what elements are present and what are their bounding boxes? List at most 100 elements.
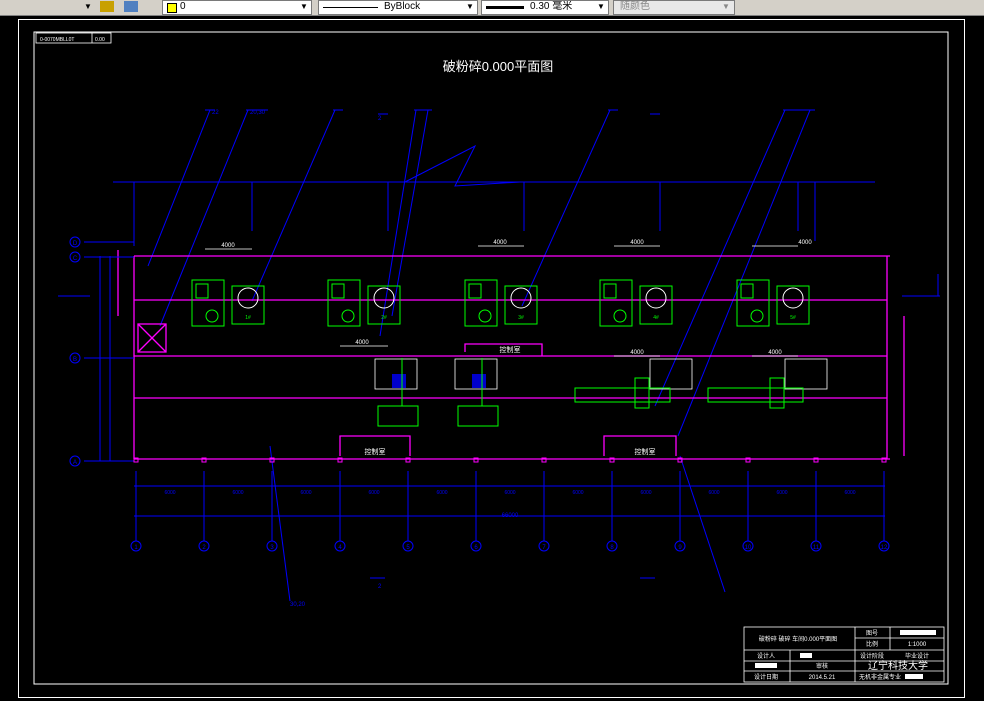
- bay-dimension-label: 6000: [640, 490, 651, 496]
- crusher-label: 3#: [518, 315, 524, 321]
- bay-dimension-label: 6000: [232, 490, 243, 496]
- column-axes: 1 2 3 4 5 6 7 8 9 10 11 12: [130, 457, 890, 552]
- stage-label: 设计阶段: [860, 652, 884, 660]
- linetype-value: ByBlock: [384, 1, 421, 12]
- section-mark-bottom: 2: [378, 584, 382, 590]
- row-axis-label: C: [73, 256, 78, 262]
- designer-label: 设计人: [757, 652, 775, 660]
- layer-select[interactable]: 0: [162, 0, 312, 15]
- dropdown-arrow-icon[interactable]: ▼: [82, 0, 94, 13]
- plotstyle-select[interactable]: 随颜色: [613, 0, 735, 15]
- control-room-label: 控制室: [635, 447, 656, 456]
- bay-dimension-label: 6000: [708, 490, 719, 496]
- bay-dimension-label: 6000: [572, 490, 583, 496]
- building-walls: [117, 250, 905, 460]
- bay-dimension-label: 6000: [504, 490, 515, 496]
- lineweight-select[interactable]: 0.30 毫米: [481, 0, 609, 15]
- properties-toolbar: ▼ 0 ▼ ByBlock ▼ 0.30 毫米 ▼ 随颜色 ▼: [0, 0, 984, 16]
- crusher-label: 2#: [381, 315, 387, 321]
- column-axis-label: 6: [474, 545, 478, 551]
- bay-dimension-label: 6000: [368, 490, 379, 496]
- bay-dimension-label: 6000: [776, 490, 787, 496]
- column-axis-label: 4: [338, 545, 342, 551]
- column-axis-label: 3: [270, 545, 274, 551]
- drawing-no-field: [900, 630, 936, 635]
- chevron-down-icon[interactable]: ▼: [720, 0, 732, 13]
- title-block-name: 破粉碎 破碎 车间0.000平面图: [759, 635, 837, 643]
- dimension-label: 4000: [630, 240, 644, 246]
- drawing-canvas[interactable]: 0-0070MBLL0T 0.00 破粉碎0.000平面图 22 20,30 2…: [0, 16, 984, 701]
- crusher-rotor: [750, 309, 764, 323]
- crusher-detail: [468, 283, 482, 299]
- date-value: 2014.5.21: [809, 675, 836, 681]
- frame-tag-right: 0.00: [95, 37, 105, 43]
- major-field: [905, 674, 923, 679]
- dimension-label: 4000: [493, 240, 507, 246]
- leader-label: 22: [212, 110, 219, 116]
- crusher-rotor: [205, 309, 219, 323]
- crusher-rotor: [613, 309, 627, 323]
- crusher-wheel: [510, 287, 532, 309]
- crusher-detail: [195, 283, 209, 299]
- row-axis-markers: [69, 236, 81, 467]
- dimension-label: 4000: [355, 340, 369, 346]
- crushers: 1# 2# 3# 4# 5#: [191, 279, 810, 327]
- control-room-label: 控制室: [500, 345, 521, 354]
- column-axis-label: 10: [745, 545, 752, 551]
- column-axis-label: 2: [202, 545, 206, 551]
- column-axis-label: 12: [881, 545, 888, 551]
- dimension-label: 4000: [768, 350, 782, 356]
- crusher-wheel: [645, 287, 667, 309]
- plotstyle-value: 随颜色: [620, 1, 650, 12]
- column-axis-label: 5: [406, 545, 410, 551]
- ball-mills: [377, 358, 804, 427]
- major-label: 无机非金属专业: [859, 673, 901, 681]
- crusher-wheel: [373, 287, 395, 309]
- dimension-label: 4000: [798, 240, 812, 246]
- chevron-down-icon[interactable]: ▼: [595, 0, 607, 13]
- crusher-label: 4#: [653, 315, 659, 321]
- leader-label: 30,20: [290, 602, 306, 608]
- bay-dimension-label: 6000: [844, 490, 855, 496]
- row-axis-label: A: [73, 460, 77, 466]
- crusher-wheel: [782, 287, 804, 309]
- scale-label: 比例: [866, 640, 878, 648]
- designer-field: [755, 663, 777, 668]
- lineweight-sample: [486, 6, 524, 9]
- scale-value: 1:1000: [908, 642, 927, 648]
- total-dimension: 66000: [502, 513, 519, 519]
- linetype-select[interactable]: ByBlock: [318, 0, 478, 15]
- column-axis-label: 9: [678, 545, 682, 551]
- layer-states-icon[interactable]: [100, 1, 114, 12]
- crusher-label: 5#: [790, 315, 796, 321]
- bay-dimension-label: 6000: [300, 490, 311, 496]
- crusher-wheel: [237, 287, 259, 309]
- control-room-label: 控制室: [365, 447, 386, 456]
- dimension-label: 4000: [630, 350, 644, 356]
- bay-dimensions: 6000 6000 6000 6000 6000 6000 6000 6000 6000 6000…: [164, 490, 855, 496]
- column-axis-label: 1: [134, 545, 138, 551]
- layer-manager-icon[interactable]: [124, 1, 138, 12]
- column-drops: [133, 182, 816, 246]
- chevron-down-icon[interactable]: ▼: [464, 0, 476, 13]
- drawing-no-label: 图号: [866, 630, 878, 637]
- layer-value: 0: [180, 1, 186, 12]
- chevron-down-icon[interactable]: ▼: [298, 0, 310, 13]
- color-swatch-icon: [167, 3, 177, 13]
- lineweight-value: 0.30 毫米: [530, 1, 573, 12]
- crusher-detail: [603, 283, 617, 299]
- reviewer-label: 审核: [816, 662, 828, 670]
- drawing-title: 破粉碎0.000平面图: [443, 59, 554, 74]
- motor-block: [472, 374, 486, 388]
- dim-lines: [205, 245, 828, 390]
- bay-dimension-label: 6000: [436, 490, 447, 496]
- bay-dimension-label: 6000: [164, 490, 175, 496]
- crusher-rotor: [478, 309, 492, 323]
- crusher-rotor: [341, 309, 355, 323]
- row-axis-label: B: [73, 357, 77, 363]
- linetype-sample: [323, 7, 378, 8]
- leader-label: 20,30: [250, 110, 266, 116]
- dimension-label: 4000: [221, 243, 235, 249]
- designer-name-field: [800, 653, 812, 658]
- motor-block: [392, 374, 406, 388]
